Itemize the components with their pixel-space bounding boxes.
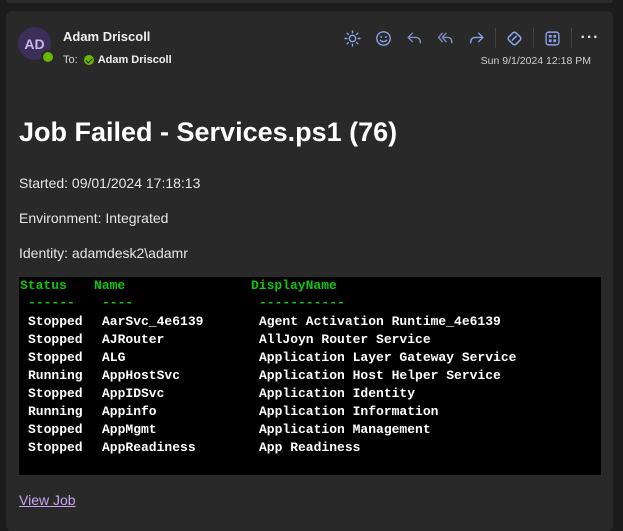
toolbar-divider bbox=[533, 28, 534, 48]
row-name: AppMgmt bbox=[102, 422, 157, 437]
row-name: AppHostSvc bbox=[102, 368, 181, 383]
dash-name: ---- bbox=[102, 295, 134, 310]
row-name: AppIDSvc bbox=[102, 386, 165, 401]
console-output: Status Name DisplayName ------ ---- ----… bbox=[19, 277, 601, 475]
row-displayname: AllJoyn Router Service bbox=[259, 332, 431, 347]
smiley-icon[interactable] bbox=[371, 26, 395, 50]
email-card: AD Adam Driscoll To: Adam Driscoll ··· S… bbox=[6, 11, 613, 531]
row-name: AarSvc_4e6139 bbox=[102, 314, 204, 329]
row-displayname: Application Host Helper Service bbox=[259, 368, 501, 383]
row-status: Stopped bbox=[28, 350, 83, 365]
header-status: Status bbox=[20, 278, 67, 293]
row-status: Running bbox=[28, 404, 83, 419]
view-job-link[interactable]: View Job bbox=[19, 492, 76, 508]
row-status: Stopped bbox=[28, 440, 83, 455]
environment-line: Environment: Integrated bbox=[19, 210, 169, 226]
row-displayname: App Readiness bbox=[259, 440, 361, 455]
identity-line: Identity: adamdesk2\adamr bbox=[19, 245, 188, 261]
row-name: AppReadiness bbox=[102, 440, 196, 455]
forward-icon[interactable] bbox=[464, 26, 488, 50]
row-name: Appinfo bbox=[102, 404, 157, 419]
presence-badge bbox=[41, 50, 55, 64]
top-strip bbox=[6, 0, 613, 3]
row-displayname: Agent Activation Runtime_4e6139 bbox=[259, 314, 501, 329]
sun-icon[interactable] bbox=[340, 26, 364, 50]
row-displayname: Application Layer Gateway Service bbox=[259, 350, 517, 365]
sender-name[interactable]: Adam Driscoll bbox=[63, 29, 150, 44]
email-title: Job Failed - Services.ps1 (76) bbox=[19, 117, 398, 147]
reply-all-icon[interactable] bbox=[433, 26, 457, 50]
row-status: Stopped bbox=[28, 314, 83, 329]
toolbar-divider bbox=[495, 28, 496, 48]
loop-icon[interactable] bbox=[502, 26, 526, 50]
row-status: Running bbox=[28, 368, 83, 383]
row-status: Stopped bbox=[28, 386, 83, 401]
dash-status: ------ bbox=[28, 295, 75, 310]
row-name: ALG bbox=[102, 350, 126, 365]
row-displayname: Application Information bbox=[259, 404, 439, 419]
presence-check-icon bbox=[83, 55, 94, 65]
dash-displayname: ----------- bbox=[259, 295, 345, 310]
header-name: Name bbox=[94, 278, 126, 293]
more-icon[interactable]: ··· bbox=[578, 29, 602, 47]
toolbar-divider bbox=[571, 28, 572, 48]
reply-icon[interactable] bbox=[402, 26, 426, 50]
row-displayname: Application Identity bbox=[259, 386, 416, 401]
row-displayname: Application Management bbox=[259, 422, 431, 437]
row-status: Stopped bbox=[28, 422, 83, 437]
recipient-line: To: Adam Driscoll bbox=[63, 54, 172, 66]
recipient-name[interactable]: Adam Driscoll bbox=[98, 54, 172, 66]
to-label: To: bbox=[63, 54, 78, 66]
header-displayname: DisplayName bbox=[251, 278, 337, 293]
row-name: AJRouter bbox=[102, 332, 165, 347]
row-status: Stopped bbox=[28, 332, 83, 347]
received-date: Sun 9/1/2024 12:18 PM bbox=[480, 55, 591, 67]
apps-icon[interactable] bbox=[540, 26, 564, 50]
started-line: Started: 09/01/2024 17:18:13 bbox=[19, 175, 201, 191]
message-toolbar: ··· bbox=[340, 26, 602, 50]
